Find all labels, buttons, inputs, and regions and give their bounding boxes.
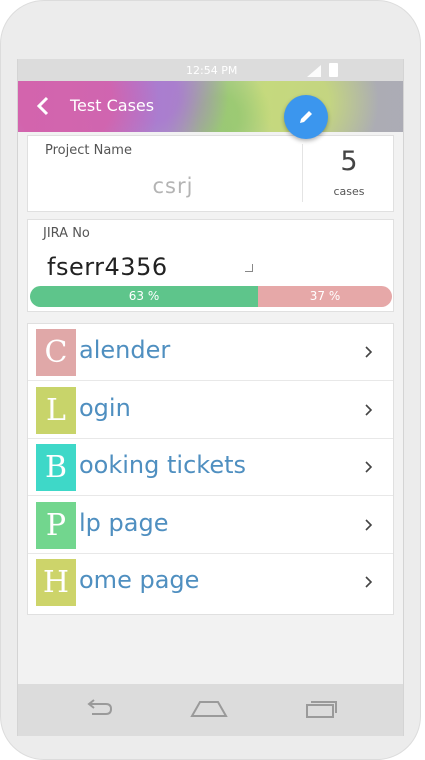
test-case-label: ome page bbox=[79, 566, 200, 594]
edit-button[interactable] bbox=[284, 95, 328, 139]
project-name-value: csrj bbox=[152, 174, 194, 198]
battery-icon bbox=[329, 63, 338, 77]
signal-icon bbox=[307, 65, 321, 77]
jira-card: JIRA No fserr4356 63 % 37 % bbox=[27, 219, 394, 312]
pencil-icon bbox=[300, 111, 312, 123]
letter-tile: B bbox=[36, 444, 76, 491]
chevron-right-icon bbox=[365, 461, 373, 473]
resize-corner-icon bbox=[245, 264, 253, 272]
test-case-label: ogin bbox=[79, 393, 131, 422]
list-item[interactable]: Plp page bbox=[28, 497, 393, 554]
list-item[interactable]: Login bbox=[28, 382, 393, 439]
case-count: 5 bbox=[340, 146, 358, 177]
project-card: Project Name csrj 5 cases bbox=[27, 135, 394, 212]
back-icon[interactable] bbox=[82, 696, 114, 722]
letter-tile: C bbox=[36, 329, 76, 376]
test-case-label: alender bbox=[79, 336, 171, 364]
home-icon[interactable] bbox=[190, 696, 228, 722]
test-case-label: lp page bbox=[79, 508, 169, 537]
letter-tile: L bbox=[36, 386, 76, 434]
status-bar: 12:54 PM bbox=[18, 59, 403, 81]
chevron-right-icon bbox=[365, 346, 373, 358]
jira-value: fserr4356 bbox=[47, 253, 168, 281]
recents-icon[interactable] bbox=[304, 696, 338, 722]
case-count-label: cases bbox=[333, 185, 365, 198]
letter-tile: P bbox=[36, 501, 76, 549]
progress-fail-segment: 37 % bbox=[258, 286, 392, 307]
chevron-right-icon bbox=[365, 576, 373, 588]
progress-pass-segment: 63 % bbox=[30, 286, 259, 307]
phone-frame: 12:54 PM Test Cases Project Name csrj 5 bbox=[0, 0, 421, 760]
list-item[interactable]: Calender bbox=[28, 324, 393, 381]
progress-bar: 63 % 37 % bbox=[30, 286, 392, 307]
arrow-left-icon bbox=[36, 96, 49, 116]
list-item[interactable]: Booking tickets bbox=[28, 439, 393, 496]
project-name-label: Project Name bbox=[45, 143, 132, 158]
status-time: 12:54 PM bbox=[186, 64, 238, 77]
list-item[interactable]: Home page bbox=[28, 554, 393, 611]
jira-label: JIRA No bbox=[43, 226, 90, 241]
test-case-list: Calender Login Booking tickets Plp page Home… bbox=[27, 323, 394, 615]
page-title: Test Cases bbox=[70, 96, 155, 115]
chevron-right-icon bbox=[365, 403, 373, 416]
test-case-label: ooking tickets bbox=[79, 451, 247, 479]
screen: 12:54 PM Test Cases Project Name csrj 5 bbox=[17, 59, 404, 736]
system-nav-bar bbox=[18, 684, 403, 736]
app-bar: Test Cases bbox=[18, 81, 403, 132]
letter-tile: H bbox=[36, 559, 76, 606]
back-button[interactable] bbox=[34, 95, 54, 117]
chevron-right-icon bbox=[365, 518, 373, 531]
